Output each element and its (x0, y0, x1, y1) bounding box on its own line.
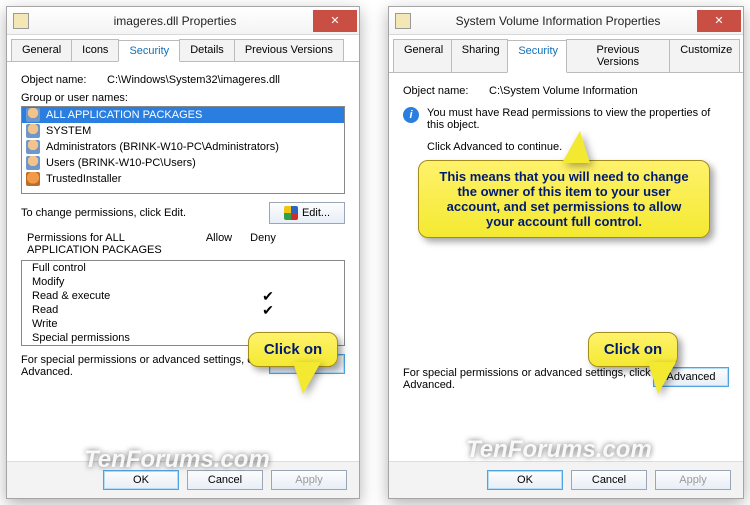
callout-tail-icon (562, 131, 590, 163)
list-item: Administrators (BRINK-W10-PC\Administrat… (22, 139, 344, 155)
check-icon: ✔ (246, 290, 290, 302)
tab-customize[interactable]: Customize (669, 39, 740, 72)
col-allow: Allow (197, 232, 241, 256)
permissions-for-label: Permissions for ALL APPLICATION PACKAGES (27, 232, 197, 256)
group-label: Group or user names: (21, 92, 345, 104)
col-deny: Deny (241, 232, 285, 256)
user-icon (26, 140, 40, 154)
user-icon (26, 124, 40, 138)
table-row: Read & execute✔ (22, 289, 344, 303)
table-row: Read✔ (22, 303, 344, 317)
dialog-svi-properties: System Volume Information Properties ✕ G… (388, 6, 744, 499)
watermark: TenForums.com (466, 436, 652, 464)
warning-text: You must have Read permissions to view t… (427, 107, 729, 131)
table-row: Modify (22, 275, 344, 289)
tab-sharing[interactable]: Sharing (451, 39, 509, 72)
check-icon: ✔ (246, 304, 290, 316)
object-path: C:\System Volume Information (489, 85, 638, 97)
titlebar[interactable]: imageres.dll Properties ✕ (7, 7, 359, 35)
shield-icon (284, 206, 298, 220)
object-name-label: Object name: (403, 85, 489, 97)
watermark: TenForums.com (84, 446, 270, 474)
apply-button[interactable]: Apply (655, 470, 731, 490)
callout-tail-icon (293, 362, 321, 394)
tab-strip: General Icons Security Details Previous … (7, 35, 359, 62)
list-item: SYSTEM (22, 123, 344, 139)
folder-icon (395, 13, 411, 29)
tab-general[interactable]: General (11, 39, 72, 61)
callout-tail-icon (648, 362, 676, 394)
dialog-buttons: OK Cancel Apply (389, 461, 743, 498)
apply-button[interactable]: Apply (271, 470, 347, 490)
change-permissions-text: To change permissions, click Edit. (21, 207, 269, 219)
file-icon (13, 13, 29, 29)
tab-previous-versions[interactable]: Previous Versions (566, 39, 671, 72)
advanced-text: For special permissions or advanced sett… (21, 354, 269, 378)
tab-general[interactable]: General (393, 39, 452, 72)
info-icon: i (403, 107, 419, 123)
user-icon (26, 108, 40, 122)
window-title: imageres.dll Properties (37, 14, 313, 28)
window-title: System Volume Information Properties (419, 14, 697, 28)
ok-button[interactable]: OK (487, 470, 563, 490)
advanced-text: For special permissions or advanced sett… (403, 367, 653, 391)
object-name-label: Object name: (21, 74, 107, 86)
list-item: TrustedInstaller (22, 171, 344, 187)
close-icon[interactable]: ✕ (313, 10, 357, 32)
tab-security[interactable]: Security (118, 40, 180, 62)
callout-explanation: This means that you will need to change … (418, 160, 710, 238)
titlebar[interactable]: System Volume Information Properties ✕ (389, 7, 743, 35)
user-icon (26, 156, 40, 170)
principals-list[interactable]: ALL APPLICATION PACKAGES SYSTEM Administ… (21, 106, 345, 194)
tab-previous-versions[interactable]: Previous Versions (234, 39, 344, 61)
user-icon (26, 172, 40, 186)
tab-security[interactable]: Security (507, 40, 566, 73)
list-item: ALL APPLICATION PACKAGES (22, 107, 344, 123)
edit-button[interactable]: Edit... (269, 202, 345, 224)
close-icon[interactable]: ✕ (697, 10, 741, 32)
table-row: Full control (22, 261, 344, 275)
tab-details[interactable]: Details (179, 39, 235, 61)
object-path: C:\Windows\System32\imageres.dll (107, 74, 280, 86)
tab-strip: General Sharing Security Previous Versio… (389, 35, 743, 73)
tab-icons[interactable]: Icons (71, 39, 119, 61)
cancel-button[interactable]: Cancel (571, 470, 647, 490)
dialog-imageres-properties: imageres.dll Properties ✕ General Icons … (6, 6, 360, 499)
table-row: Write (22, 317, 344, 331)
list-item: Users (BRINK-W10-PC\Users) (22, 155, 344, 171)
